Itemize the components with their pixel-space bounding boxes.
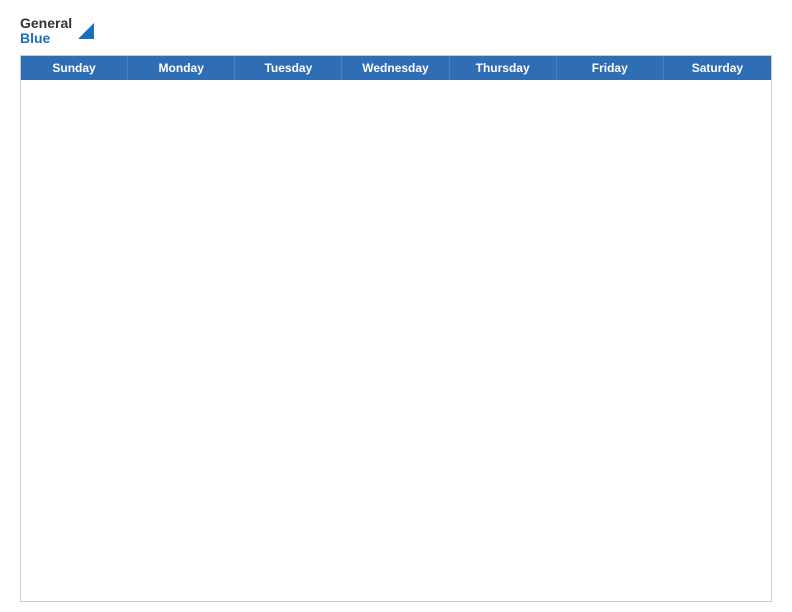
logo-general: General	[20, 16, 72, 31]
logo: General Blue	[20, 16, 96, 47]
calendar-day-header: Tuesday	[235, 56, 342, 80]
calendar-day-header: Monday	[128, 56, 235, 80]
calendar-body	[21, 80, 771, 601]
logo-triangle-icon	[76, 21, 96, 41]
calendar-day-header: Friday	[557, 56, 664, 80]
calendar: SundayMondayTuesdayWednesdayThursdayFrid…	[20, 55, 772, 602]
calendar-day-header: Thursday	[450, 56, 557, 80]
calendar-day-header: Wednesday	[342, 56, 449, 80]
calendar-day-header: Sunday	[21, 56, 128, 80]
page-header: General Blue	[20, 16, 772, 47]
calendar-day-header: Saturday	[664, 56, 771, 80]
calendar-page: General Blue SundayMondayTuesdayWednesda…	[0, 0, 792, 612]
logo-blue: Blue	[20, 31, 72, 46]
calendar-header-row: SundayMondayTuesdayWednesdayThursdayFrid…	[21, 56, 771, 80]
